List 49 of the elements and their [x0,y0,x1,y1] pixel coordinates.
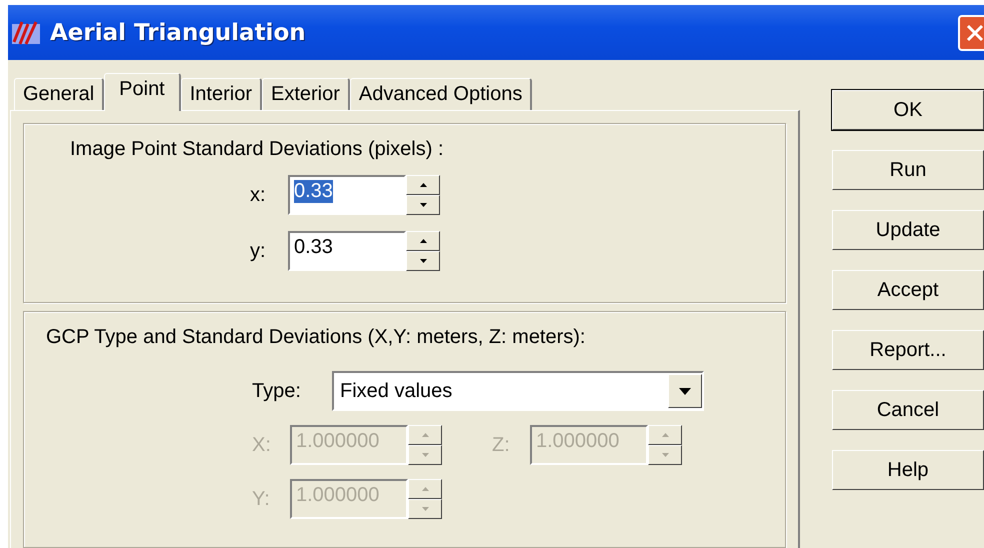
down-arrow-icon [422,453,428,457]
spin-down-button[interactable] [406,195,440,215]
spin-up-button[interactable] [408,425,442,445]
dialog-button[interactable]: Update [832,210,984,250]
dialog-button[interactable]: Accept [832,270,984,310]
spin-down-button[interactable] [408,499,442,519]
field-label: y: [250,240,267,262]
caret-icon [679,388,691,394]
up-arrow-icon [422,487,428,491]
type-label: Type: [252,380,302,402]
up-arrow-icon [662,433,668,437]
group-title: GCP Type and Standard Deviations (X,Y: meters, Z: meters): [46,326,586,349]
down-arrow-icon [662,453,668,457]
spin-down-button[interactable] [408,445,442,465]
down-arrow-icon [422,507,428,511]
spin-up-button[interactable] [648,425,682,445]
dialog-button[interactable]: Report... [832,330,984,370]
dialog-button[interactable]: Run [832,150,984,190]
down-arrow-icon [420,259,426,263]
spin-down-button[interactable] [648,445,682,465]
tab[interactable]: General [14,78,104,110]
tab[interactable]: Point [104,73,181,111]
dialog-button[interactable]: Cancel [832,390,984,430]
tab[interactable]: Exterior [262,78,350,110]
field-label: Z: [492,434,511,456]
spin-up-button[interactable] [408,479,442,499]
up-arrow-icon [422,433,428,437]
up-arrow-icon [420,183,426,187]
spin-up-button[interactable] [406,231,440,251]
type-dropdown[interactable]: Fixed values [332,371,704,411]
field-label: Y: [252,488,271,510]
up-arrow-icon [420,239,426,243]
dialog-button[interactable]: Help [832,450,984,490]
number-field[interactable]: 0.33 [288,231,406,271]
field-label: x: [250,184,267,206]
field-label: X: [252,434,272,456]
down-arrow-icon [420,203,426,207]
group-title: Image Point Standard Deviations (pixels) : [70,138,445,161]
close-icon [966,24,984,42]
spin-up-button[interactable] [406,175,440,195]
number-field[interactable]: 0.33 [288,175,406,215]
dialog-button[interactable]: OK [832,90,984,130]
close-button[interactable] [958,14,984,50]
dropdown-button[interactable] [668,374,702,408]
tab[interactable]: Interior [180,78,262,110]
spin-down-button[interactable] [406,251,440,271]
app-logo-icon [12,20,42,46]
window-title: Aerial Triangulation [50,20,306,46]
tab[interactable]: Advanced Options [350,78,532,110]
